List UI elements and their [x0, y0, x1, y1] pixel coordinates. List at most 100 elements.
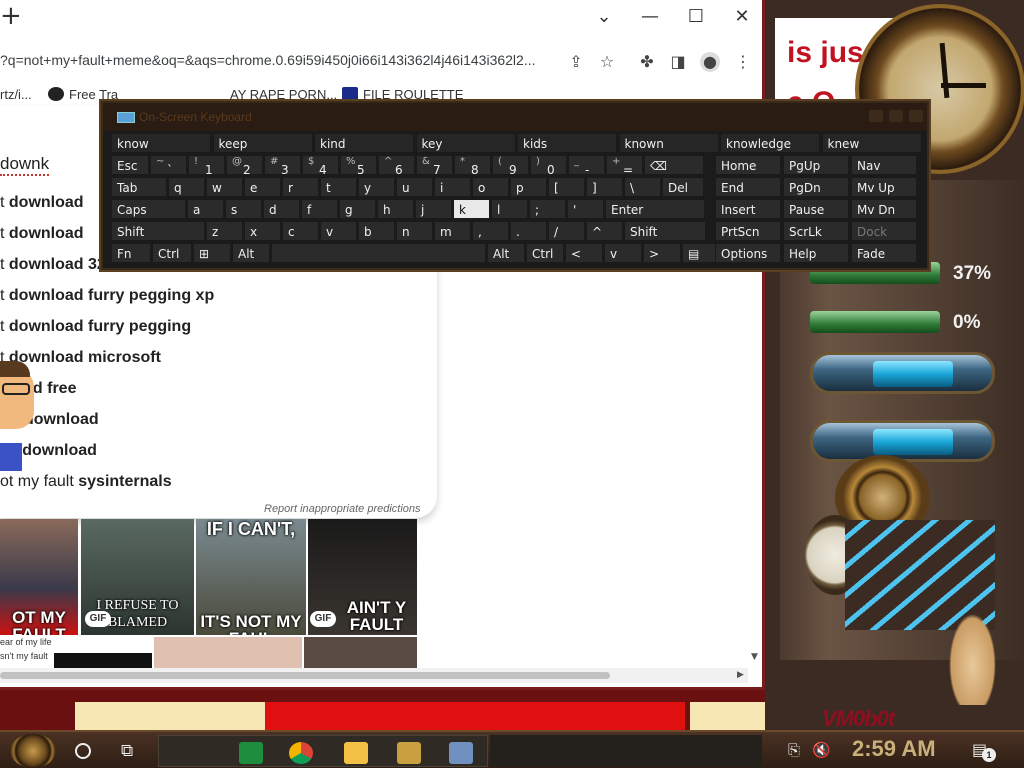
- key-char[interactable]: ^: [586, 221, 623, 241]
- bookmark-item[interactable]: AY RAPE PORN...: [230, 87, 337, 102]
- key-=[interactable]: + =: [606, 155, 643, 175]
- key-char[interactable]: p: [510, 177, 547, 197]
- key-backspace[interactable]: ⌫: [644, 155, 704, 175]
- image-result[interactable]: AIN'T Y FAULT GIF: [308, 519, 417, 635]
- taskbar-clock[interactable]: 2:59 AM: [852, 736, 936, 762]
- bookmark-item[interactable]: Free Tra: [48, 87, 118, 102]
- nav-key[interactable]: Dock: [851, 221, 917, 241]
- key-del[interactable]: Del: [662, 177, 704, 197]
- nav-key[interactable]: PrtScn: [715, 221, 781, 241]
- image-result[interactable]: [304, 637, 417, 671]
- scroll-down-arrow[interactable]: ▼: [751, 652, 758, 662]
- word-prediction[interactable]: key: [415, 133, 516, 153]
- key-char[interactable]: ]: [586, 177, 623, 197]
- horizontal-scrollbar[interactable]: ▶: [0, 668, 748, 683]
- key-char[interactable]: w: [206, 177, 243, 197]
- key-char[interactable]: u: [396, 177, 433, 197]
- down-arrow-key[interactable]: v: [604, 243, 642, 263]
- report-predictions-link[interactable]: Report inappropriate predictions: [264, 503, 421, 515]
- nav-key[interactable]: Mv Dn: [851, 199, 917, 219]
- suggestion-item[interactable]: t download: [0, 194, 84, 212]
- nav-key[interactable]: PgUp: [783, 155, 849, 175]
- key-`[interactable]: ~ `: [150, 155, 187, 175]
- suggestion-item[interactable]: t download: [0, 225, 84, 243]
- keyboard-icon[interactable]: [449, 742, 473, 764]
- image-result[interactable]: OT MY FAULT: [0, 519, 78, 635]
- osk-minimize-button[interactable]: [869, 110, 883, 122]
- nav-key[interactable]: PgDn: [783, 177, 849, 197]
- scrollbar-thumb[interactable]: [0, 672, 610, 679]
- key-char[interactable]: j: [415, 199, 452, 219]
- key-char[interactable]: t: [320, 177, 357, 197]
- key--[interactable]: _ -: [568, 155, 605, 175]
- nav-key[interactable]: ScrLk: [783, 221, 849, 241]
- task-view-icon[interactable]: ⧉: [121, 741, 141, 761]
- left-arrow-key[interactable]: <: [565, 243, 603, 263]
- volume-muted-icon[interactable]: 🔇: [812, 741, 831, 759]
- key-char[interactable]: y: [358, 177, 395, 197]
- key-char[interactable]: a: [187, 199, 224, 219]
- profile-avatar-icon[interactable]: ●: [700, 52, 720, 72]
- minimize-button[interactable]: —: [637, 6, 663, 27]
- maximize-button[interactable]: ☐: [683, 6, 709, 27]
- nav-key[interactable]: End: [715, 177, 781, 197]
- word-prediction[interactable]: kind: [314, 133, 414, 153]
- search-input[interactable]: downk: [0, 154, 50, 176]
- key-char[interactable]: g: [339, 199, 376, 219]
- key-8[interactable]: * 8: [454, 155, 491, 175]
- key-char[interactable]: ,: [472, 221, 509, 241]
- key-char[interactable]: s: [225, 199, 262, 219]
- key-char[interactable]: x: [244, 221, 281, 241]
- start-button[interactable]: [10, 734, 56, 768]
- key-char[interactable]: o: [472, 177, 509, 197]
- key-9[interactable]: (9: [492, 155, 529, 175]
- key-char[interactable]: h: [377, 199, 414, 219]
- word-prediction[interactable]: know: [111, 133, 211, 153]
- image-result[interactable]: IF I CAN'T, IT'S NOT MY FAUL: [196, 519, 306, 635]
- key-shift[interactable]: Shift: [624, 221, 706, 241]
- folder-icon[interactable]: [344, 742, 368, 764]
- key-char[interactable]: l: [491, 199, 528, 219]
- nav-key[interactable]: Nav: [851, 155, 917, 175]
- key-ctrl[interactable]: Ctrl: [152, 243, 192, 263]
- nav-key[interactable]: Home: [715, 155, 781, 175]
- key-2[interactable]: @2: [226, 155, 263, 175]
- key-char[interactable]: b: [358, 221, 395, 241]
- nav-key[interactable]: Insert: [715, 199, 781, 219]
- key-char[interactable]: e: [244, 177, 281, 197]
- key-char[interactable]: k: [453, 199, 490, 219]
- bookmark-item[interactable]: FILE ROULETTE: [342, 87, 463, 102]
- network-icon[interactable]: ⎘: [788, 741, 800, 759]
- key-shift[interactable]: Shift: [111, 221, 205, 241]
- word-prediction[interactable]: kids: [517, 133, 617, 153]
- sheets-icon[interactable]: [239, 742, 263, 764]
- key-alt[interactable]: Alt: [232, 243, 270, 263]
- key-char[interactable]: ': [567, 199, 604, 219]
- menu-kebab-icon[interactable]: ⋮: [733, 52, 753, 72]
- chrome-icon[interactable]: [289, 742, 313, 764]
- key-fn[interactable]: Fn: [111, 243, 151, 263]
- key-esc[interactable]: Esc: [111, 155, 149, 175]
- key-char[interactable]: c: [282, 221, 319, 241]
- key-char[interactable]: [: [548, 177, 585, 197]
- key-caps[interactable]: Caps: [111, 199, 186, 219]
- key-space[interactable]: [271, 243, 486, 263]
- scroll-right-arrow[interactable]: ▶: [737, 670, 744, 680]
- key-enter[interactable]: Enter: [605, 199, 705, 219]
- search-circle-icon[interactable]: [75, 743, 91, 759]
- suggestion-item[interactable]: ot my fault sysinternals: [0, 473, 172, 491]
- key-char[interactable]: r: [282, 177, 319, 197]
- key-char[interactable]: m: [434, 221, 471, 241]
- nav-key[interactable]: Fade: [851, 243, 917, 263]
- new-tab-button[interactable]: +: [0, 3, 22, 29]
- key-char[interactable]: .: [510, 221, 547, 241]
- key-tab[interactable]: Tab: [111, 177, 167, 197]
- key-char[interactable]: d: [263, 199, 300, 219]
- key-char[interactable]: f: [301, 199, 338, 219]
- side-panel-icon[interactable]: ◨: [668, 52, 688, 72]
- word-prediction[interactable]: keep: [212, 133, 313, 153]
- windows-icon[interactable]: ⊞: [193, 243, 231, 263]
- key-alt[interactable]: Alt: [487, 243, 525, 263]
- image-result[interactable]: I REFUSE TO BLAMED GIF: [81, 519, 194, 635]
- key-char[interactable]: ;: [529, 199, 566, 219]
